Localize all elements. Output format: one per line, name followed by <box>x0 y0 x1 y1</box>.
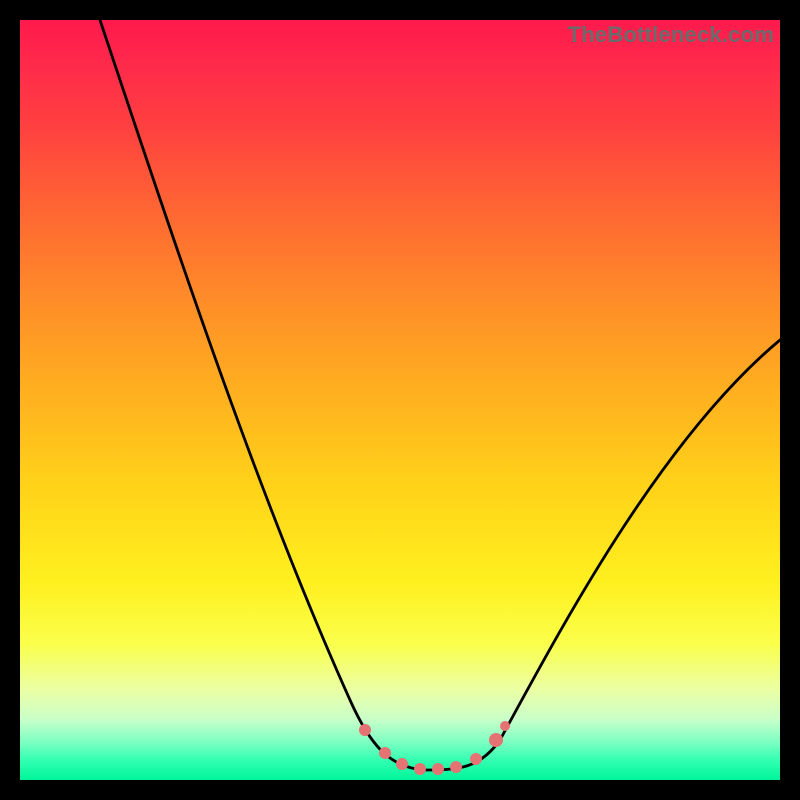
valley-dot <box>379 747 391 759</box>
valley-dot <box>359 724 371 736</box>
valley-dot <box>470 753 482 765</box>
valley-dot <box>489 733 503 747</box>
valley-dot <box>432 763 444 775</box>
valley-dot <box>500 721 510 731</box>
valley-dots-group <box>359 721 510 775</box>
valley-dot <box>414 763 426 775</box>
chart-svg <box>20 20 780 780</box>
chart-frame: TheBottleneck.com <box>0 0 800 800</box>
valley-dot <box>450 761 462 773</box>
valley-dot <box>396 758 408 770</box>
bottleneck-curve <box>100 20 780 770</box>
plot-area: TheBottleneck.com <box>20 20 780 780</box>
